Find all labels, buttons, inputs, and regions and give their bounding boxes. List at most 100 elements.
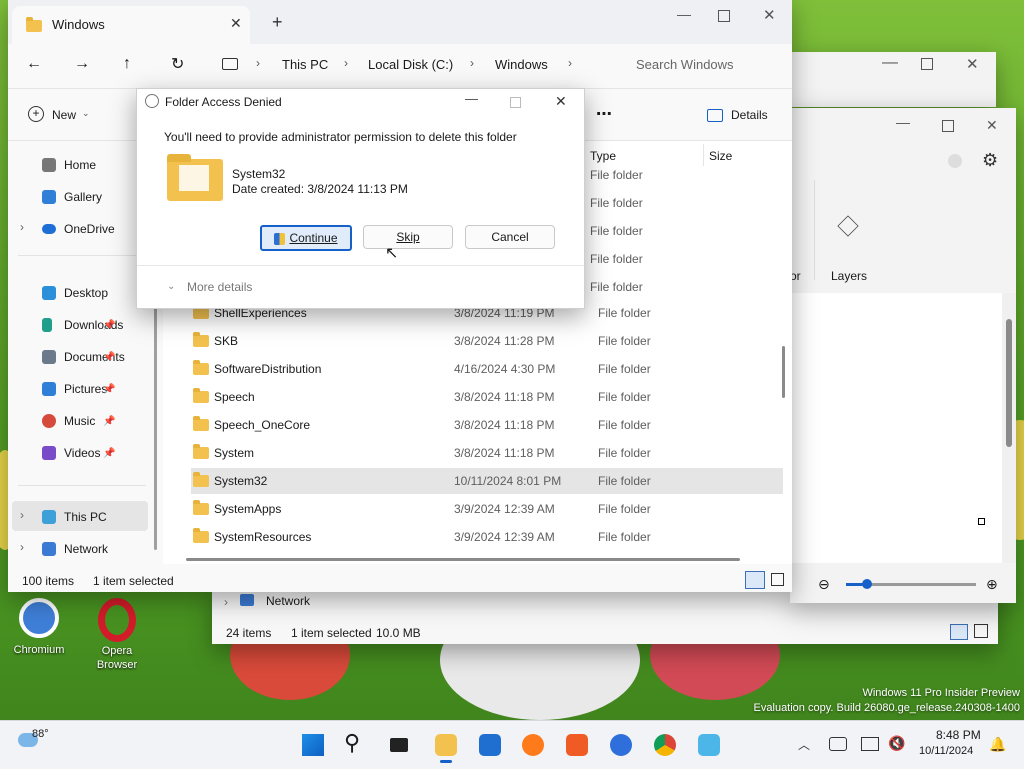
folder-access-denied-dialog[interactable]: Folder Access Denied — ✕ You'll need to … xyxy=(136,88,585,309)
pin-icon[interactable]: 📌 xyxy=(103,416,115,427)
resize-handle[interactable] xyxy=(978,518,985,525)
task-view-icon[interactable] xyxy=(390,738,408,752)
paint-window[interactable]: — ✕ ⚙ or Layers ⊖ ⊕ xyxy=(790,108,1016,603)
maximize-icon[interactable] xyxy=(942,120,954,132)
nav-network[interactable]: Network xyxy=(42,539,108,559)
table-row[interactable]: SoftwareDistribution 4/16/2024 4:30 PM Fil… xyxy=(191,356,783,382)
nav-music[interactable]: Music xyxy=(42,411,95,431)
details-button[interactable]: Details xyxy=(731,108,768,122)
continue-button[interactable]: Continue xyxy=(260,225,352,251)
canvas-area[interactable] xyxy=(790,293,1002,563)
nav-videos[interactable]: Videos xyxy=(42,443,100,463)
breadcrumb-item[interactable]: Windows xyxy=(495,57,548,72)
breadcrumb-item[interactable]: Local Disk (C:) xyxy=(368,57,453,72)
account-icon[interactable] xyxy=(948,154,962,168)
layers-icon[interactable] xyxy=(837,215,859,237)
table-row[interactable]: SKB 3/8/2024 11:28 PM File folder xyxy=(191,328,783,354)
nav-network[interactable]: Network xyxy=(266,594,310,608)
display-icon[interactable] xyxy=(861,737,879,751)
details-pane-icon[interactable] xyxy=(707,109,723,122)
tab-windows[interactable]: Windows ✕ xyxy=(12,6,250,44)
file-list-scrollbar-thumb[interactable] xyxy=(782,346,785,398)
weather-temperature[interactable]: 88° xyxy=(32,728,49,740)
nav-onedrive[interactable]: OneDrive xyxy=(42,219,115,239)
chrome-icon[interactable] xyxy=(654,734,676,756)
gear-icon[interactable]: ⚙ xyxy=(982,150,998,171)
tiles-view-icon[interactable] xyxy=(771,573,784,586)
close-icon[interactable]: ✕ xyxy=(966,55,979,73)
start-icon[interactable] xyxy=(302,734,324,756)
pin-icon[interactable]: 📌 xyxy=(103,352,115,363)
search-icon[interactable]: ⚲ xyxy=(344,730,360,756)
more-icon[interactable]: ⋯ xyxy=(596,104,612,124)
clock-time[interactable]: 8:48 PM xyxy=(936,728,981,742)
network-status-icon[interactable] xyxy=(829,737,847,751)
chevron-right-icon[interactable]: › xyxy=(20,540,24,554)
close-icon[interactable]: ✕ xyxy=(763,6,776,24)
column-header-size[interactable]: Size xyxy=(709,149,732,163)
forward-icon[interactable]: → xyxy=(74,55,90,73)
refresh-icon[interactable]: ↻ xyxy=(171,54,184,74)
nav-gallery[interactable]: Gallery xyxy=(42,187,102,207)
breadcrumb-item[interactable]: This PC xyxy=(282,57,328,72)
chromium-icon[interactable] xyxy=(610,734,632,756)
new-tab-icon[interactable]: + xyxy=(272,12,283,33)
zoom-out-icon[interactable]: ⊖ xyxy=(818,576,830,593)
column-header-type[interactable]: Type xyxy=(590,149,616,163)
table-row-selected[interactable]: System32 10/11/2024 8:01 PM File folder xyxy=(191,468,783,494)
background-window-top[interactable]: — ✕ xyxy=(790,52,996,107)
maximize-icon[interactable] xyxy=(718,10,730,22)
table-row[interactable]: Speech_OneCore 3/8/2024 11:18 PM File fold… xyxy=(191,412,783,438)
table-row[interactable]: SystemApps 3/9/2024 12:39 AM File folder xyxy=(191,496,783,522)
firefox-icon[interactable] xyxy=(522,734,544,756)
table-row[interactable]: SystemResources 3/9/2024 12:39 AM File fol… xyxy=(191,524,783,550)
chevron-right-icon[interactable]: › xyxy=(20,508,24,522)
tiles-view-icon[interactable] xyxy=(974,624,988,638)
details-view-icon[interactable] xyxy=(745,571,765,589)
new-button[interactable]: New xyxy=(52,108,76,122)
volume-muted-icon[interactable]: 🔇 xyxy=(888,735,905,752)
chevron-up-icon[interactable]: ︿ xyxy=(798,736,810,753)
paint-app-icon[interactable] xyxy=(698,734,720,756)
minimize-icon[interactable]: — xyxy=(882,54,898,72)
nav-desktop[interactable]: Desktop xyxy=(42,283,108,303)
file-explorer-icon[interactable] xyxy=(435,734,457,756)
nav-home[interactable]: Home xyxy=(42,155,96,175)
pin-icon[interactable]: 📌 xyxy=(103,320,115,331)
maximize-icon[interactable] xyxy=(921,58,933,70)
back-icon[interactable]: ← xyxy=(26,55,42,73)
table-row[interactable]: Speech 3/8/2024 11:18 PM File folder xyxy=(191,384,783,410)
chevron-down-icon[interactable]: ⌄ xyxy=(167,281,175,292)
clock-date[interactable]: 10/11/2024 xyxy=(919,745,973,757)
minimize-icon[interactable]: — xyxy=(896,114,910,130)
horizontal-scrollbar[interactable] xyxy=(186,558,740,561)
close-tab-icon[interactable]: ✕ xyxy=(230,15,242,32)
close-icon[interactable]: ✕ xyxy=(555,93,567,110)
minimize-icon[interactable]: — xyxy=(465,91,478,106)
up-icon[interactable]: ↑ xyxy=(123,55,131,73)
pin-icon[interactable]: 📌 xyxy=(103,448,115,459)
notification-bell-icon[interactable]: 🔔 xyxy=(989,736,1006,753)
nav-this-pc[interactable]: This PC xyxy=(42,507,107,527)
close-icon[interactable]: ✕ xyxy=(986,117,998,134)
more-details-toggle[interactable]: More details xyxy=(187,280,252,294)
zoom-slider[interactable] xyxy=(846,579,976,589)
desktop-icon-opera[interactable]: Opera Browser xyxy=(86,598,148,672)
layers-label[interactable]: Layers xyxy=(831,269,867,283)
store-icon[interactable] xyxy=(479,734,501,756)
cancel-button[interactable]: Cancel xyxy=(465,225,555,249)
details-view-icon[interactable] xyxy=(950,624,968,640)
vertical-scrollbar[interactable] xyxy=(1002,293,1016,563)
zoom-slider-thumb[interactable] xyxy=(862,579,872,589)
desktop-icon-chromium[interactable]: Chromium xyxy=(8,598,70,656)
search-input[interactable]: Search Windows xyxy=(636,57,734,72)
skip-button[interactable]: Skip xyxy=(363,225,453,249)
brave-icon[interactable] xyxy=(566,734,588,756)
zoom-in-icon[interactable]: ⊕ xyxy=(986,576,998,593)
table-row[interactable]: System 3/8/2024 11:18 PM File folder xyxy=(191,440,783,466)
pin-icon[interactable]: 📌 xyxy=(103,384,115,395)
minimize-icon[interactable]: — xyxy=(677,6,691,22)
chevron-right-icon[interactable]: › xyxy=(20,220,24,234)
nav-pictures[interactable]: Pictures xyxy=(42,379,107,399)
scrollbar-thumb[interactable] xyxy=(1006,319,1012,447)
